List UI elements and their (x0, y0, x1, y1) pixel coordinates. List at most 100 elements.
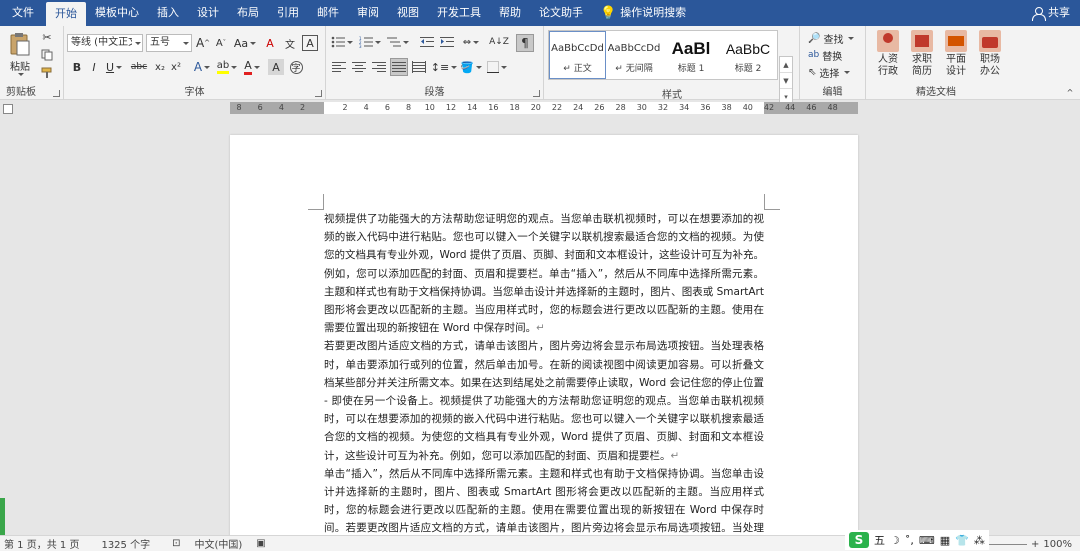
page[interactable]: 视频提供了功能强大的方法帮助您证明您的观点。当您单击联机视频时，可以在想要添加的… (230, 135, 858, 535)
style-name: 标题 1 (677, 63, 705, 74)
align-left-button[interactable] (330, 59, 348, 75)
ime-wubi[interactable]: 五 (874, 532, 885, 548)
numbering-icon: 123 (359, 36, 373, 48)
show-marks-button[interactable]: ¶ (516, 34, 534, 52)
distributed-button[interactable] (410, 59, 428, 75)
tab-file[interactable]: 文件 (0, 0, 46, 26)
clear-formatting-button[interactable]: A (262, 35, 278, 51)
sort-button[interactable]: A↓Z (489, 34, 509, 50)
graphic-design-button[interactable]: 平面 设计 (940, 30, 972, 78)
style-normal[interactable]: AaBbCcDd ↵ 正文 (549, 31, 606, 79)
paste-button[interactable]: 粘贴 (4, 30, 36, 78)
font-size-select[interactable]: 五号 (146, 34, 192, 52)
numbering-button[interactable]: 123 (358, 34, 382, 50)
skin-icon[interactable]: 👕 (955, 534, 969, 547)
style-no-spacing[interactable]: AaBbCcDd ↵ 无间隔 (606, 31, 663, 79)
punctuation-icon[interactable]: ˚, (905, 534, 914, 547)
multilevel-list-button[interactable] (386, 34, 410, 50)
strikethrough-button[interactable]: abc (128, 59, 150, 75)
align-right-button[interactable] (370, 59, 388, 75)
more-icon[interactable]: ⁂ (974, 534, 985, 547)
moon-icon[interactable]: ☽ (890, 534, 900, 547)
tab-view[interactable]: 视图 (388, 0, 428, 26)
tab-mailings[interactable]: 邮件 (308, 0, 348, 26)
paragraph-launcher[interactable] (533, 90, 540, 97)
resume-button[interactable]: 求职 简历 (906, 30, 938, 78)
character-border-button[interactable]: A (302, 35, 318, 51)
scroll-up-icon[interactable]: ▲ (780, 57, 792, 73)
document-body[interactable]: 视频提供了功能强大的方法帮助您证明您的观点。当您单击联机视频时，可以在想要添加的… (324, 210, 764, 535)
subscript-button[interactable]: x₂ (152, 59, 168, 75)
tab-thesis-helper[interactable]: 论文助手 (530, 0, 592, 26)
italic-button[interactable]: I (86, 59, 102, 75)
align-center-button[interactable] (350, 59, 368, 75)
tab-developer[interactable]: 开发工具 (428, 0, 490, 26)
borders-button[interactable] (486, 59, 508, 75)
cut-button[interactable]: ✂ (40, 30, 54, 44)
font-name-select[interactable]: 等线 (中文正文) (67, 34, 143, 52)
word-count[interactable]: 1325 个字 (101, 536, 150, 551)
hr-admin-button[interactable]: 人资 行政 (872, 30, 904, 78)
replace-button[interactable]: ab 替换 (808, 47, 860, 63)
macro-record-icon[interactable]: ▣ (256, 538, 265, 549)
chinese-layout-button[interactable]: ⇔ (460, 34, 482, 50)
horizontal-ruler[interactable]: 8 6 4 2 2 4 6 8 10 12 14 16 18 20 22 24 26 28 30 32 34 36 38 40… (230, 102, 858, 114)
tab-references[interactable]: 引用 (268, 0, 308, 26)
style-heading-1[interactable]: AaBl 标题 1 (663, 31, 720, 79)
align-left-icon (332, 62, 346, 72)
office-button[interactable]: 职场 办公 (974, 30, 1006, 78)
underline-button[interactable]: U (104, 59, 124, 75)
character-shading-button[interactable]: A (268, 59, 284, 75)
enclose-characters-button[interactable]: 字 (288, 59, 304, 75)
change-case-button[interactable]: Aa (234, 35, 257, 51)
paragraph-2[interactable]: 若要更改图片适应文档的方式，请单击该图片，图片旁边将会显示布局选项按钮。当处理表… (324, 337, 764, 464)
tab-selector[interactable] (3, 104, 13, 114)
font-launcher[interactable] (315, 90, 322, 97)
clipboard-launcher[interactable] (53, 90, 60, 97)
decrease-indent-button[interactable] (418, 34, 436, 50)
tab-design[interactable]: 设计 (188, 0, 228, 26)
justify-button[interactable] (390, 58, 408, 76)
featured-docs-group-label: 精选文档 (916, 87, 956, 98)
shading-button[interactable]: 🪣 (460, 59, 482, 75)
tab-insert[interactable]: 插入 (148, 0, 188, 26)
zoom-in-button[interactable]: + (1031, 539, 1039, 550)
select-button[interactable]: ⇖ 选择 (808, 64, 860, 80)
line-spacing-button[interactable]: ↕≡ (431, 59, 458, 75)
crop-mark-top-left (308, 194, 324, 210)
tell-me-search[interactable]: 操作说明搜索 (616, 0, 695, 26)
language[interactable]: 中文(中国) (194, 536, 242, 551)
grow-font-button[interactable]: A ^ (195, 35, 211, 51)
ruler-number: 2 (342, 103, 348, 112)
collapse-ribbon-button[interactable]: ^ (1064, 86, 1076, 98)
bullets-button[interactable] (330, 34, 354, 50)
share-button[interactable]: 共享 (1032, 0, 1070, 26)
tab-help[interactable]: 帮助 (490, 0, 530, 26)
bold-button[interactable]: B (69, 59, 85, 75)
text-effects-button[interactable]: A (192, 59, 212, 75)
superscript-button[interactable]: x² (168, 59, 184, 75)
format-painter-button[interactable] (40, 66, 54, 80)
style-heading-2[interactable]: AaBbC 标题 2 (720, 31, 777, 79)
tab-templates[interactable]: 模板中心 (86, 0, 148, 26)
tab-review[interactable]: 审阅 (348, 0, 388, 26)
document-canvas[interactable]: 视频提供了功能强大的方法帮助您证明您的观点。当您单击联机视频时，可以在想要添加的… (0, 116, 1080, 535)
sogou-logo-icon[interactable]: S (849, 532, 869, 548)
highlight-button[interactable]: ab (216, 59, 238, 75)
shrink-font-button[interactable]: Aˇ (213, 35, 229, 51)
font-color-button[interactable]: A (242, 59, 262, 75)
zoom-level[interactable]: 100% (1043, 539, 1072, 550)
phonetic-guide-button[interactable]: 文 (282, 35, 298, 51)
tab-layout[interactable]: 布局 (228, 0, 268, 26)
find-button[interactable]: 🔎 查找 (808, 30, 860, 46)
tab-home[interactable]: 开始 (46, 2, 86, 26)
proofing-icon[interactable]: ⊡ (172, 538, 180, 549)
increase-indent-button[interactable] (438, 34, 456, 50)
toolbox-icon[interactable]: ▦ (940, 534, 950, 547)
copy-button[interactable] (40, 48, 54, 62)
page-count[interactable]: 第 1 页，共 1 页 (4, 536, 79, 551)
paragraph-3[interactable]: 单击“插入”，然后从不同库中选择所需元素。主题和样式也有助于文档保持协调。当您单… (324, 465, 764, 535)
keyboard-icon[interactable]: ⌨ (919, 534, 935, 547)
paragraph-1[interactable]: 视频提供了功能强大的方法帮助您证明您的观点。当您单击联机视频时，可以在想要添加的… (324, 210, 764, 337)
replace-icon: ab (808, 50, 820, 60)
